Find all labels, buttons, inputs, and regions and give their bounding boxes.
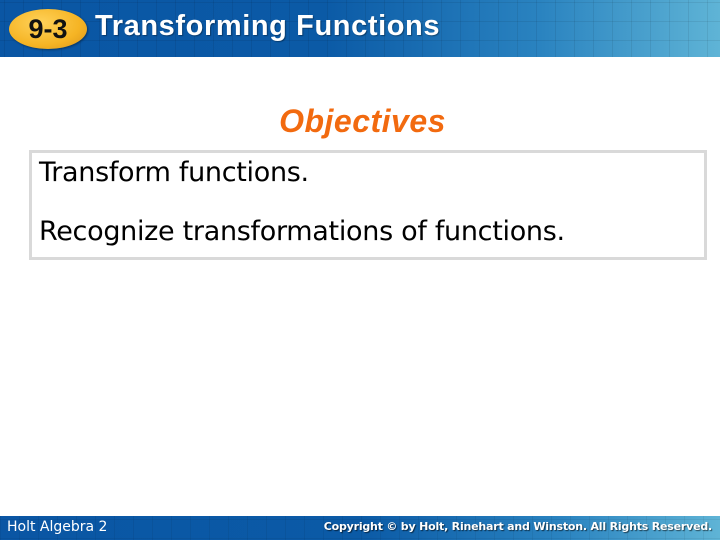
footer-bar: Holt Algebra 2 Copyright © by Holt, Rine…: [0, 516, 720, 540]
objectives-box: Transform functions. Recognize transform…: [29, 150, 707, 260]
objectives-heading: Objectives: [279, 103, 446, 139]
lesson-title: Transforming Functions: [95, 10, 441, 42]
textbook-name: Holt Algebra 2: [7, 519, 108, 535]
lesson-badge: 9-3: [9, 9, 87, 49]
objective-item: Recognize transformations of functions.: [39, 216, 565, 247]
copyright-notice: Copyright © by Holt, Rinehart and Winsto…: [323, 520, 712, 533]
objective-item: Transform functions.: [39, 157, 309, 188]
header-banner: 9-3 Transforming Functions: [0, 0, 720, 57]
